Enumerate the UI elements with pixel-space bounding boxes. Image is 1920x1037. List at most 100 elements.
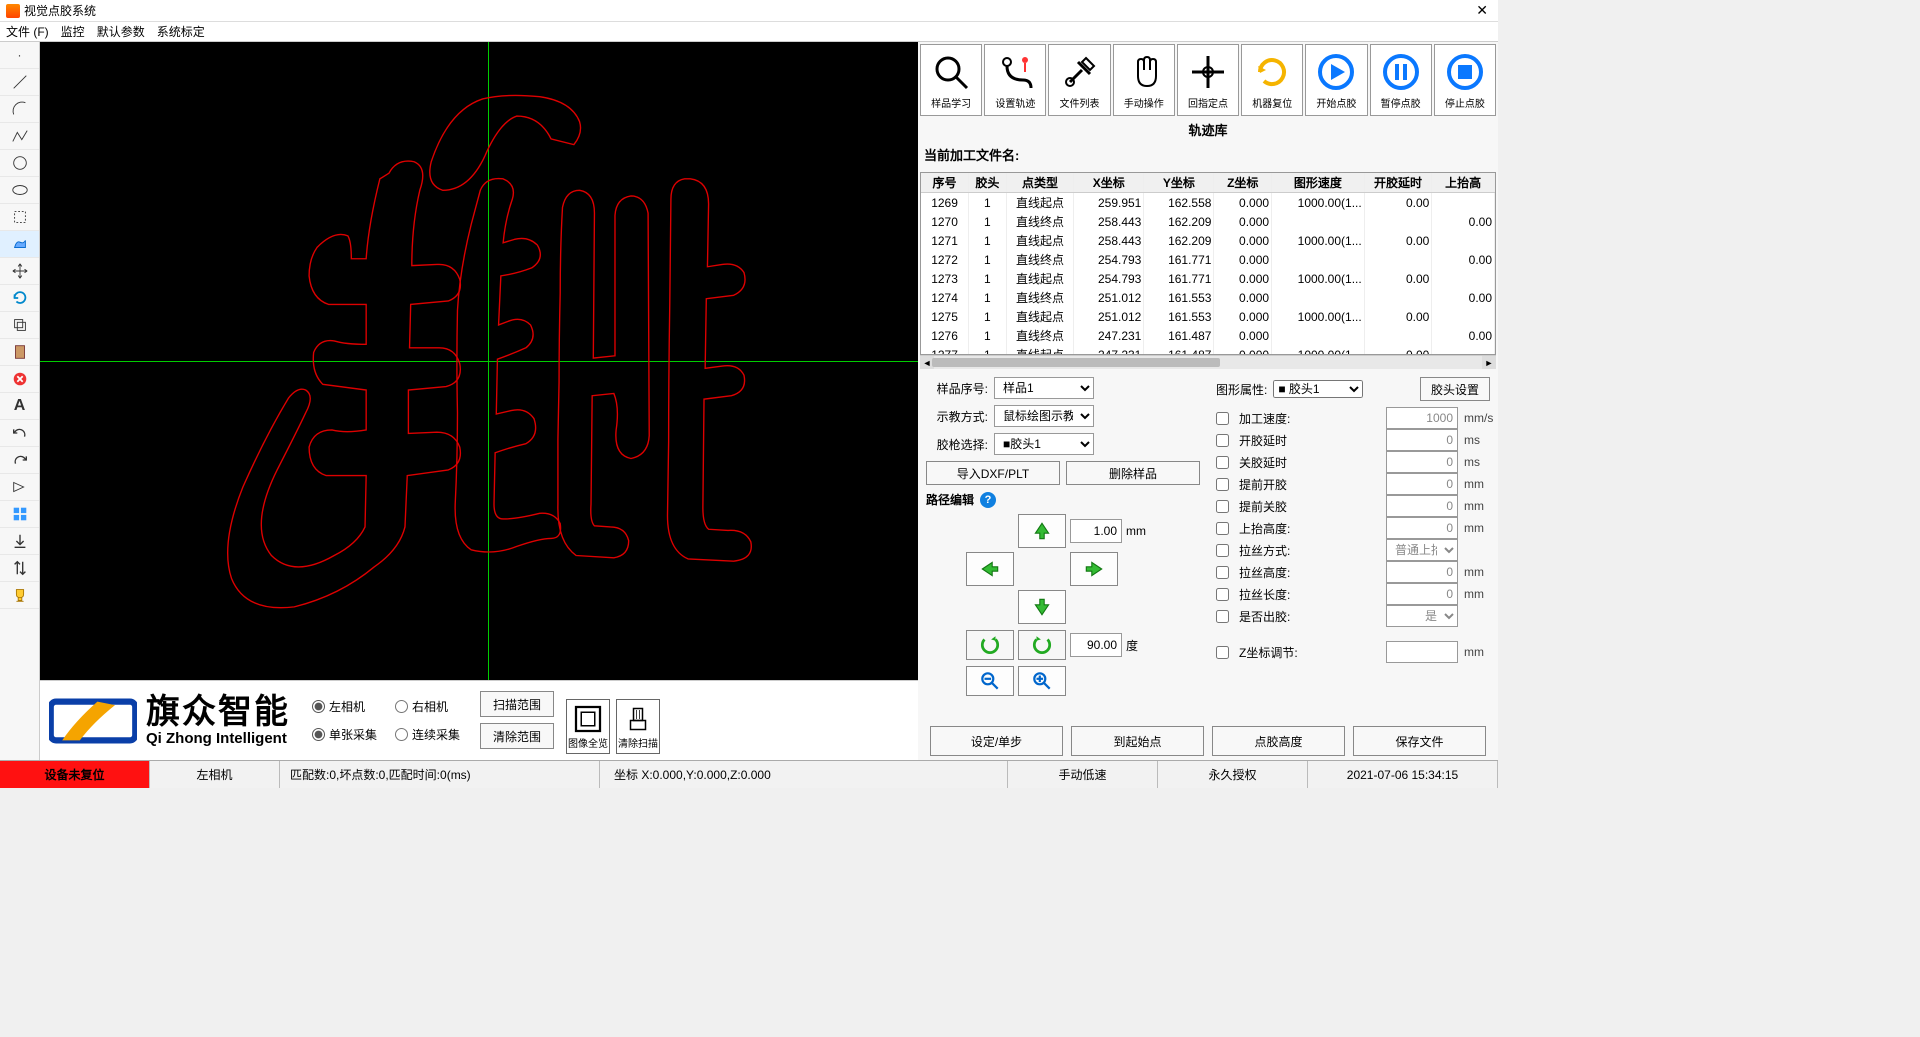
menu-defaults[interactable]: 默认参数 [97,23,145,40]
rotate-angle-input[interactable] [1070,633,1122,657]
table-row[interactable]: 12761直线终点247.231161.4870.0000.00 [921,326,1495,345]
toolbar-pause-button[interactable]: 暂停点胶 [1370,44,1432,116]
toolbar-play-button[interactable]: 开始点胶 [1305,44,1367,116]
head-settings-button[interactable]: 胶头设置 [1420,377,1490,401]
param-input-4[interactable] [1386,495,1458,517]
close-icon[interactable]: ✕ [1472,2,1492,19]
toolbar-cross-button[interactable]: 回指定点 [1177,44,1239,116]
param-input-0[interactable] [1386,407,1458,429]
tool-polyline[interactable] [0,123,39,150]
table-row[interactable]: 12771直线起点247.231161.4870.0001000.00(1...… [921,345,1495,355]
scan-range-button[interactable]: 扫描范围 [480,691,554,717]
tool-refresh[interactable] [0,285,39,312]
goto-start-button[interactable]: 到起始点 [1071,726,1204,756]
param-check-8[interactable] [1216,588,1229,601]
param-check-3[interactable] [1216,478,1229,491]
radio-right-cam[interactable]: 右相机 [395,695,460,718]
toolbar-reset-button[interactable]: 机器复位 [1241,44,1303,116]
cad-canvas[interactable] [40,42,918,680]
param-input-3[interactable] [1386,473,1458,495]
arrow-down-button[interactable] [1018,590,1066,624]
param-check-1[interactable] [1216,434,1229,447]
tool-grid[interactable] [0,501,39,528]
param-check-0[interactable] [1216,412,1229,425]
table-row[interactable]: 12731直线起点254.793161.7710.0001000.00(1...… [921,269,1495,288]
param-input-5[interactable] [1386,517,1458,539]
gun-select[interactable]: ■胶头1 [994,433,1094,455]
tool-redo[interactable] [0,447,39,474]
tool-region[interactable] [0,231,39,258]
toolbar-tools-button[interactable]: 文件列表 [1048,44,1110,116]
param-select-6[interactable]: 普通上抬 [1386,539,1458,561]
param-check-5[interactable] [1216,522,1229,535]
shape-attr-select[interactable]: ■ 胶头1 [1273,380,1363,398]
arrow-right-button[interactable] [1070,552,1118,586]
tool-circle[interactable] [0,150,39,177]
clear-range-button[interactable]: 清除范围 [480,723,554,749]
param-input-8[interactable] [1386,583,1458,605]
trajectory-table[interactable]: 序号胶头点类型X坐标Y坐标Z坐标图形速度开胶延时上抬高12691直线起点259.… [920,172,1496,355]
tool-copy[interactable] [0,312,39,339]
status-coord: 坐标 X:0.000,Y:0.000,Z:0.000 [600,761,1008,788]
tool-insert[interactable] [0,528,39,555]
toolbar-hand-button[interactable]: 手动操作 [1113,44,1175,116]
param-input-7[interactable] [1386,561,1458,583]
table-row[interactable]: 12751直线起点251.012161.5530.0001000.00(1...… [921,307,1495,326]
rotate-cw-button[interactable] [966,630,1014,660]
image-overview-button[interactable]: 图像全览 [566,699,610,754]
toolbar-magnify-button[interactable]: 样品学习 [920,44,982,116]
arrow-left-button[interactable] [966,552,1014,586]
param-check-10[interactable] [1216,646,1229,659]
set-step-button[interactable]: 设定/单步 [930,726,1063,756]
radio-continuous[interactable]: 连续采集 [395,724,460,747]
tool-ellipse[interactable] [0,177,39,204]
radio-left-cam[interactable]: 左相机 [312,695,377,718]
param-input-2[interactable] [1386,451,1458,473]
clear-scan-button[interactable]: 清除扫描 [616,699,660,754]
toolbar-stop-button[interactable]: 停止点胶 [1434,44,1496,116]
glue-height-button[interactable]: 点胶高度 [1212,726,1345,756]
param-select-9[interactable]: 是 [1386,605,1458,627]
table-row[interactable]: 12711直线起点258.443162.2090.0001000.00(1...… [921,231,1495,250]
radio-single-shot[interactable]: 单张采集 [312,724,377,747]
toolbar-path-button[interactable]: 设置轨迹 [984,44,1046,116]
sample-no-select[interactable]: 样品1 [994,377,1094,399]
arrow-up-button[interactable] [1018,514,1066,548]
tool-undo[interactable] [0,420,39,447]
zoom-in-button[interactable] [1018,666,1066,696]
tool-updown[interactable] [0,555,39,582]
rotate-ccw-button[interactable] [1018,630,1066,660]
menu-calib[interactable]: 系统标定 [157,23,205,40]
table-row[interactable]: 12701直线终点258.443162.2090.0000.00 [921,212,1495,231]
tool-point[interactable]: · [0,42,39,69]
menu-file[interactable]: 文件 (F) [6,23,49,40]
menu-monitor[interactable]: 监控 [61,23,85,40]
tool-trophy[interactable] [0,582,39,609]
param-check-9[interactable] [1216,610,1229,623]
table-row[interactable]: 12721直线终点254.793161.7710.0000.00 [921,250,1495,269]
teach-mode-select[interactable]: 鼠标绘图示教 [994,405,1094,427]
param-input-1[interactable] [1386,429,1458,451]
param-input-10[interactable] [1386,641,1458,663]
tool-triangle[interactable] [0,474,39,501]
delete-sample-button[interactable]: 删除样品 [1066,461,1200,485]
import-dxf-button[interactable]: 导入DXF/PLT [926,461,1060,485]
table-row[interactable]: 12691直线起点259.951162.5580.0001000.00(1...… [921,193,1495,213]
param-check-7[interactable] [1216,566,1229,579]
tool-delete[interactable] [0,366,39,393]
save-file-button[interactable]: 保存文件 [1353,726,1486,756]
tool-move[interactable] [0,258,39,285]
param-check-4[interactable] [1216,500,1229,513]
table-row[interactable]: 12741直线终点251.012161.5530.0000.00 [921,288,1495,307]
param-check-6[interactable] [1216,544,1229,557]
param-check-2[interactable] [1216,456,1229,469]
tool-text[interactable]: A [0,393,39,420]
tool-rect-dot[interactable] [0,204,39,231]
zoom-out-button[interactable] [966,666,1014,696]
help-icon[interactable]: ? [980,492,996,508]
step-input[interactable] [1070,519,1122,543]
table-hscroll[interactable]: ◄► [920,355,1496,369]
tool-paste[interactable] [0,339,39,366]
tool-line[interactable] [0,69,39,96]
tool-arc[interactable] [0,96,39,123]
